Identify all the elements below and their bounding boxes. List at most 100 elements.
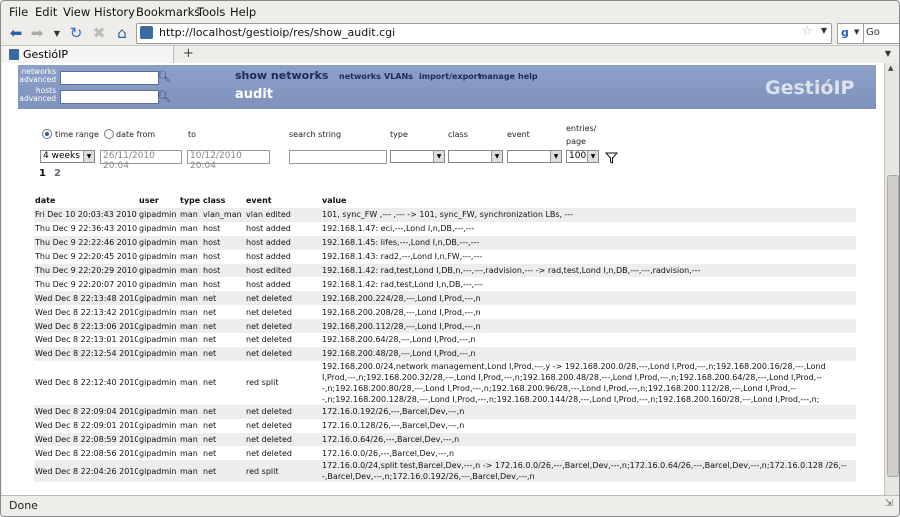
menu-help[interactable]: Help (230, 5, 256, 19)
stop-icon[interactable]: ✖ (89, 23, 109, 43)
cell-type: man (179, 319, 202, 334)
hosts-search-icon[interactable]: 🔍︎ (157, 90, 171, 103)
table-row: Thu Dec 9 22:20:07 2010 gipadmin man host ho… (34, 277, 856, 291)
back-icon[interactable]: ⬅ (6, 23, 26, 43)
networks-search-input[interactable] (60, 71, 159, 85)
cell-type: man (180, 335, 198, 345)
filter-icon[interactable] (605, 152, 618, 164)
hosts-search-input[interactable] (60, 90, 159, 104)
vertical-scrollbar[interactable]: ▲ (884, 63, 899, 495)
cell-value: 172.16.0.0/24,split test,Barcel,Dev,---,… (321, 460, 856, 483)
new-tab-button[interactable]: + (183, 46, 194, 61)
cell-user: gipadmin (139, 335, 177, 345)
cell-date: Wed Dec 8 22:09:01 2010 (35, 421, 138, 431)
cell-class: net (203, 448, 217, 458)
menu-history[interactable]: History (94, 5, 135, 19)
audit-table-body: Fri Dec 10 20:03:43 2010 gipadmin man vlan_… (34, 208, 856, 483)
cell-type: man (180, 421, 198, 431)
cell-class: net (202, 460, 245, 483)
menu-view[interactable]: View (63, 5, 90, 19)
table-row: Wed Dec 8 22:04:26 2010 gipadmin man net red… (34, 460, 856, 483)
cell-user: gipadmin (138, 208, 179, 222)
date-from-radio[interactable] (104, 129, 114, 139)
menu-file[interactable]: File (9, 5, 28, 19)
type-label: type (390, 130, 408, 139)
cell-date: Thu Dec 9 22:36:43 2010 (35, 224, 138, 234)
nav-help[interactable]: help (518, 72, 538, 81)
nav-vlans[interactable]: VLANs (384, 72, 413, 81)
cell-user: gipadmin (138, 319, 179, 334)
cell-user: gipadmin (138, 235, 179, 250)
cell-event: vlan edited (245, 208, 321, 222)
cell-event: net deleted (246, 307, 292, 317)
cell-type: man (179, 346, 202, 361)
cell-date: Wed Dec 8 22:12:54 2010 (34, 346, 138, 361)
page-1-link[interactable]: 1 (39, 168, 46, 179)
scroll-up-icon[interactable]: ▲ (888, 64, 893, 72)
time-range-label: time range (55, 130, 99, 139)
menu-bookmarks[interactable]: Bookmarks (136, 5, 200, 19)
type-select[interactable]: ▼ (390, 150, 445, 163)
time-range-radio[interactable] (42, 129, 52, 139)
time-range-select[interactable]: 4 weeks ▼ (40, 150, 95, 163)
cell-user: gipadmin (139, 279, 177, 289)
cell-value: 172.16.0.192/26,---,Barcel,Dev,---,n (321, 404, 856, 419)
table-row: Wed Dec 8 22:13:01 2010 gipadmin man net net… (34, 333, 856, 347)
page-2-link[interactable]: 2 (54, 168, 61, 179)
nav-manage[interactable]: manage (479, 72, 515, 81)
nav-networks[interactable]: networks (339, 72, 381, 81)
menu-tools[interactable]: Tools (197, 5, 225, 19)
history-dropdown-icon[interactable]: ▼ (47, 23, 67, 43)
web-search-input[interactable]: Go (863, 23, 899, 44)
cell-class: host (203, 279, 221, 289)
networks-search-icon[interactable]: 🔍︎ (157, 70, 171, 83)
menu-edit[interactable]: Edit (35, 5, 57, 19)
cell-class: host (202, 235, 245, 250)
cell-user: gipadmin (138, 460, 179, 483)
cell-event: host added (246, 252, 291, 262)
tab-gestioip[interactable]: GestióIP (3, 46, 174, 64)
cell-value: 192.168.200.208/28,---,Lond I,Prod,---,n (322, 307, 481, 317)
cell-type: man (179, 291, 202, 306)
cell-value: 192.168.1.47: eci,---,Lond I,n,DB,---,--… (322, 224, 475, 234)
browser-window: File Edit View History Bookmarks Tools H… (0, 0, 900, 517)
address-bar[interactable]: http://localhost/gestioip/res/show_audit… (136, 23, 832, 44)
cell-class: vlan_man (202, 208, 245, 222)
forward-icon[interactable]: ➡ (27, 23, 47, 43)
cell-user: gipadmin (139, 378, 177, 388)
cell-date: Thu Dec 9 22:20:07 2010 (35, 279, 138, 289)
cell-value: 192.168.1.43: rad2,---,Lond I,n,FW,---,-… (322, 252, 483, 262)
cell-class: net (202, 432, 245, 447)
cell-event: net deleted (246, 448, 292, 458)
cell-type: man (179, 208, 202, 222)
column-type: type (180, 196, 201, 205)
table-row: Thu Dec 9 22:20:29 2010 gipadmin man host ho… (34, 263, 856, 278)
resize-grip-icon: ⇲ (884, 498, 893, 509)
nav-import-export[interactable]: import/export (419, 72, 482, 81)
tab-list-icon[interactable]: ▼ (885, 49, 891, 58)
menu-bar: File Edit View History Bookmarks Tools H… (1, 1, 899, 21)
cell-event: host added (246, 224, 291, 234)
date-from-input[interactable]: 26/11/2010 20:04 (100, 150, 182, 171)
chevron-down-icon: ▼ (550, 151, 561, 162)
cell-value: 192.168.200.0/24,network management,Lond… (322, 361, 826, 404)
class-label: class (448, 130, 468, 139)
cell-event: net deleted (245, 319, 321, 334)
event-select[interactable]: ▼ (507, 150, 562, 163)
bookmark-star-icon[interactable]: ☆ (801, 24, 813, 39)
search-string-input[interactable] (289, 150, 387, 164)
search-engine-selector[interactable]: g ▼ (837, 23, 865, 44)
reload-icon[interactable]: ↻ (66, 23, 86, 43)
table-row: Wed Dec 8 22:13:06 2010 gipadmin man net net… (34, 319, 856, 334)
home-icon[interactable]: ⌂ (112, 23, 132, 43)
cell-type: man (179, 404, 202, 419)
status-bar: Done ⇲ (1, 495, 899, 516)
cell-type: man (180, 252, 198, 262)
entries-select[interactable]: 100 ▼ (566, 150, 599, 163)
cell-date: Wed Dec 8 22:04:26 2010 (34, 460, 138, 483)
url-dropdown-icon[interactable]: ▼ (821, 26, 827, 35)
cell-type: man (179, 460, 202, 483)
scrollbar-thumb[interactable] (887, 175, 899, 477)
date-to-input[interactable]: 10/12/2010 20:04 (187, 150, 270, 171)
class-select[interactable]: ▼ (448, 150, 503, 163)
